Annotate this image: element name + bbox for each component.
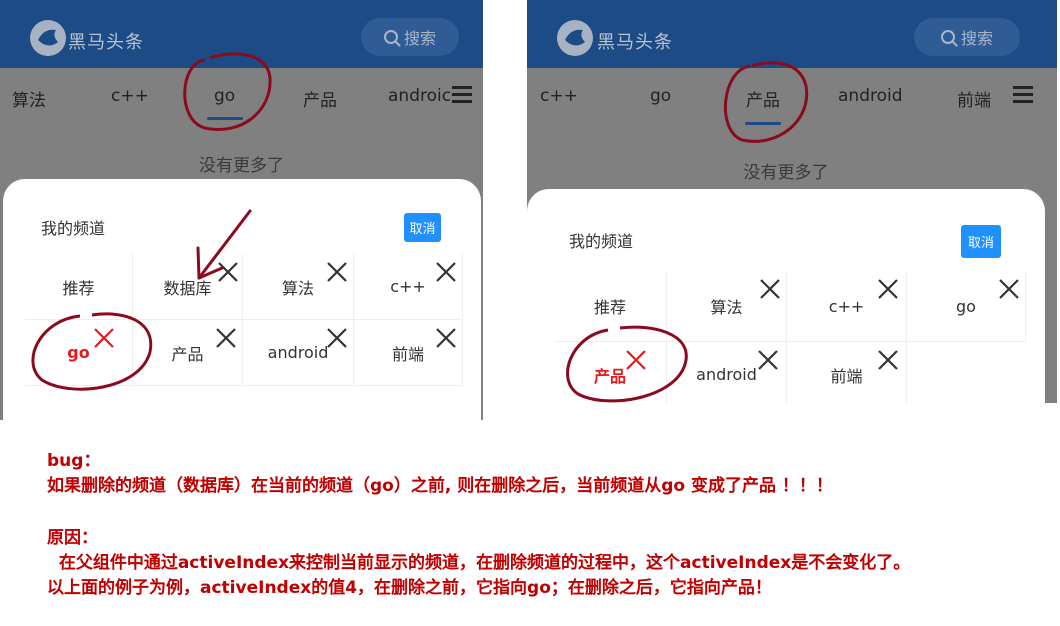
channel-label: 产品 — [171, 344, 204, 364]
channel-item[interactable]: 推荐 — [554, 271, 667, 342]
search-icon — [940, 30, 955, 44]
close-icon[interactable] — [876, 348, 900, 372]
tab-chanpin[interactable]: 产品 — [746, 86, 780, 111]
channel-label: go — [67, 343, 90, 362]
channel-edit-popup: 我的频道 取消 推荐 数据库 算法 c++ go 产品 android 前端 — [3, 179, 481, 420]
close-icon[interactable] — [997, 277, 1021, 301]
cause-line-2: 以上面的例子为例，activeIndex的值4，在删除之前，它指向go；在删除之… — [47, 578, 772, 598]
logo-icon — [30, 20, 66, 56]
channel-item-current[interactable]: go — [25, 320, 133, 386]
channel-label: 算法 — [281, 278, 314, 298]
channel-label: go — [956, 296, 976, 316]
channel-label: 推荐 — [62, 278, 95, 298]
tab-chanpin[interactable]: 产品 — [303, 86, 337, 111]
channel-tabs: c++ go 产品 android 前端 — [527, 68, 1057, 128]
tab-suanfa[interactable]: 算法 — [12, 86, 46, 111]
channel-label: 前端 — [391, 344, 424, 364]
search-label: 搜索 — [403, 29, 436, 48]
close-icon[interactable] — [325, 260, 349, 284]
channel-edit-popup: 我的频道 取消 推荐 算法 c++ go 产品 android 前端 — [527, 189, 1045, 403]
app-header: 黑马头条 搜索 — [0, 0, 483, 68]
close-icon[interactable] — [434, 260, 458, 284]
channel-label: 产品 — [593, 366, 626, 386]
app-title: 黑马头条 — [597, 32, 673, 53]
channel-item[interactable]: 前端 — [787, 342, 907, 403]
channel-item[interactable]: 前端 — [354, 320, 463, 386]
my-channels-grid: 推荐 算法 c++ go 产品 android 前端 — [554, 271, 1034, 403]
close-icon[interactable] — [624, 348, 648, 372]
logo-icon — [557, 20, 593, 56]
cancel-button[interactable]: 取消 — [404, 213, 441, 242]
bug-heading: bug： — [47, 451, 101, 471]
channel-item[interactable]: android — [243, 320, 354, 386]
left-screenshot: 黑马头条 搜索 算法 c++ go 产品 androic 没有更多了 我的频道 … — [0, 0, 483, 420]
tab-cpp[interactable]: c++ — [540, 86, 578, 106]
channel-item[interactable]: android — [667, 342, 787, 403]
channel-label: c++ — [828, 296, 865, 316]
channel-item[interactable]: c++ — [354, 254, 463, 320]
close-icon[interactable] — [214, 326, 238, 350]
channel-item[interactable]: 数据库 — [133, 254, 243, 320]
channel-item-empty — [907, 342, 1026, 403]
popup-title: 我的频道 — [569, 232, 634, 251]
channel-label: 前端 — [830, 366, 863, 386]
bug-description: 如果删除的频道（数据库）在当前的频道（go）之前, 则在删除之后，当前频道从go… — [47, 476, 833, 496]
search-label: 搜索 — [960, 29, 993, 48]
search-icon — [383, 30, 398, 44]
search-button[interactable]: 搜索 — [914, 18, 1020, 56]
channel-item[interactable]: 产品 — [133, 320, 243, 386]
channel-item[interactable]: go — [907, 271, 1026, 342]
no-more-text: 没有更多了 — [743, 163, 829, 183]
right-screenshot: 黑马头条 搜索 c++ go 产品 android 前端 没有更多了 我的频道 … — [527, 0, 1057, 403]
tab-go[interactable]: go — [214, 86, 235, 106]
collage-gap — [559, 403, 1060, 423]
tab-go[interactable]: go — [650, 86, 671, 106]
close-icon[interactable] — [434, 326, 458, 350]
tab-cpp[interactable]: c++ — [111, 86, 149, 106]
cause-heading: 原因： — [47, 528, 98, 548]
channel-label: android — [696, 365, 757, 384]
channel-label: c++ — [390, 277, 426, 296]
channel-label: android — [267, 343, 329, 362]
cancel-button[interactable]: 取消 — [961, 225, 1001, 258]
channel-item-current[interactable]: 产品 — [554, 342, 667, 403]
cause-line-1: 在父组件中通过activeIndex来控制当前显示的频道，在删除频道的过程中，这… — [47, 553, 911, 573]
channel-label: 推荐 — [593, 298, 626, 317]
app-title: 黑马头条 — [68, 32, 144, 53]
channel-item[interactable]: c++ — [787, 271, 907, 342]
channel-item[interactable]: 推荐 — [25, 254, 133, 320]
tab-android[interactable]: androic — [388, 86, 451, 106]
popup-title: 我的频道 — [41, 219, 106, 238]
app-header: 黑马头条 搜索 — [527, 0, 1057, 68]
close-icon[interactable] — [325, 326, 349, 350]
close-icon[interactable] — [876, 277, 900, 301]
menu-icon[interactable] — [1013, 86, 1033, 103]
channel-tabs: 算法 c++ go 产品 androic — [0, 68, 483, 128]
search-button[interactable]: 搜索 — [361, 18, 459, 56]
channel-item[interactable]: 算法 — [243, 254, 354, 320]
close-icon[interactable] — [758, 277, 782, 301]
tab-android[interactable]: android — [838, 86, 903, 106]
no-more-text: 没有更多了 — [199, 156, 284, 176]
tab-qianduan[interactable]: 前端 — [957, 86, 991, 111]
my-channels-grid: 推荐 数据库 算法 c++ go 产品 android 前端 — [25, 254, 463, 386]
channel-label: 算法 — [710, 298, 743, 317]
close-icon[interactable] — [756, 348, 780, 372]
close-icon[interactable] — [216, 260, 240, 284]
close-icon[interactable] — [92, 326, 116, 350]
channel-label: 数据库 — [163, 278, 212, 298]
channel-item[interactable]: 算法 — [667, 271, 787, 342]
menu-icon[interactable] — [452, 86, 472, 103]
bug-explanation: bug： 如果删除的频道（数据库）在当前的频道（go）之前, 则在删除之后，当前… — [47, 449, 910, 601]
